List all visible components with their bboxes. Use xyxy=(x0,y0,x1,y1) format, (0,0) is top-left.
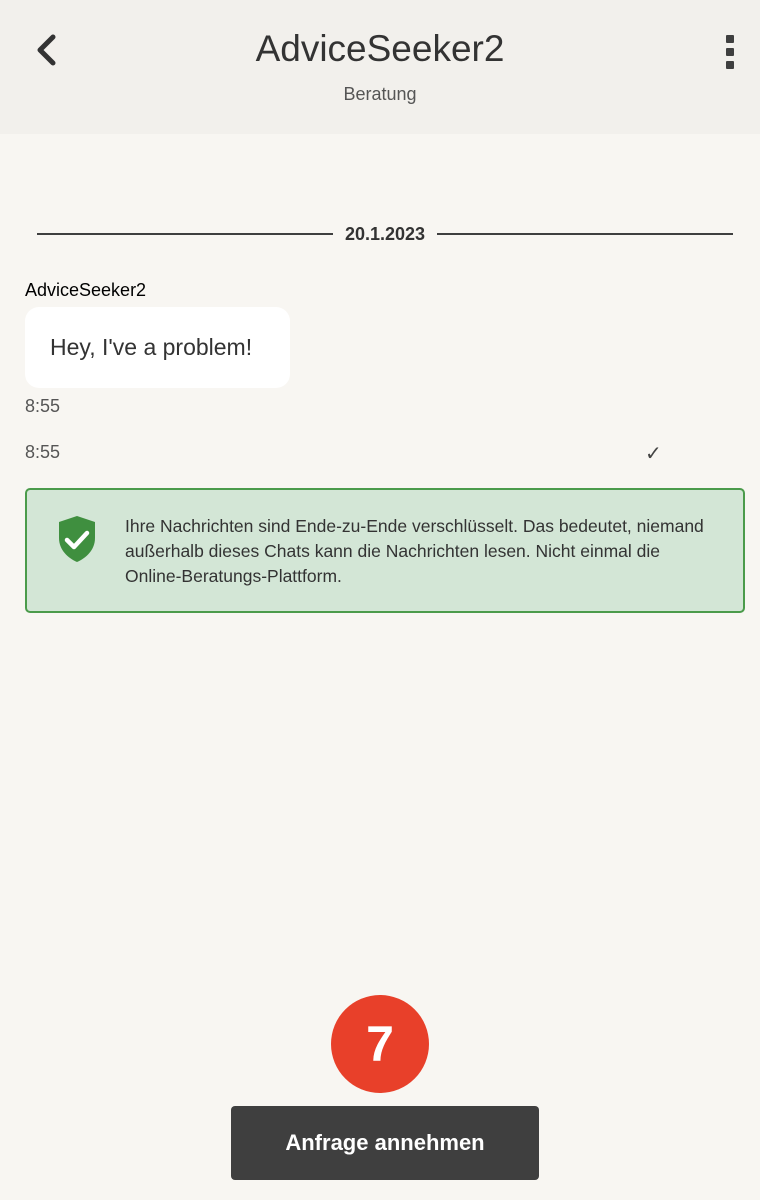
encryption-notice: Ihre Nachrichten sind Ende-zu-Ende versc… xyxy=(25,488,745,613)
menu-dot xyxy=(726,35,734,43)
step-badge: 7 xyxy=(331,995,429,1093)
system-message-time: 8:55 xyxy=(25,442,61,462)
message-time: 8:55 xyxy=(25,396,61,416)
chat-header: AdviceSeeker2 Beratung xyxy=(0,0,760,134)
read-check-icon: ✓ xyxy=(645,443,662,465)
menu-dot xyxy=(726,48,734,56)
divider-line xyxy=(437,233,734,235)
page-subtitle: Beratung xyxy=(343,84,417,104)
accept-request-button[interactable]: Anfrage annehmen xyxy=(231,1106,539,1180)
divider-line xyxy=(37,233,333,235)
message-date: 20.1.2023 xyxy=(344,223,426,244)
menu-dot xyxy=(726,61,734,69)
message-bubble[interactable]: Hey, I've a problem! xyxy=(25,307,290,388)
encryption-notice-text: Ihre Nachrichten sind Ende-zu-Ende versc… xyxy=(125,516,704,586)
page-title: AdviceSeeker2 xyxy=(255,28,505,69)
message-sender: AdviceSeeker2 xyxy=(25,280,147,300)
date-divider: 20.1.2023 xyxy=(37,220,734,248)
shield-check-icon xyxy=(59,516,95,562)
message-text: Hey, I've a problem! xyxy=(50,334,253,360)
more-options-button[interactable] xyxy=(718,32,742,72)
